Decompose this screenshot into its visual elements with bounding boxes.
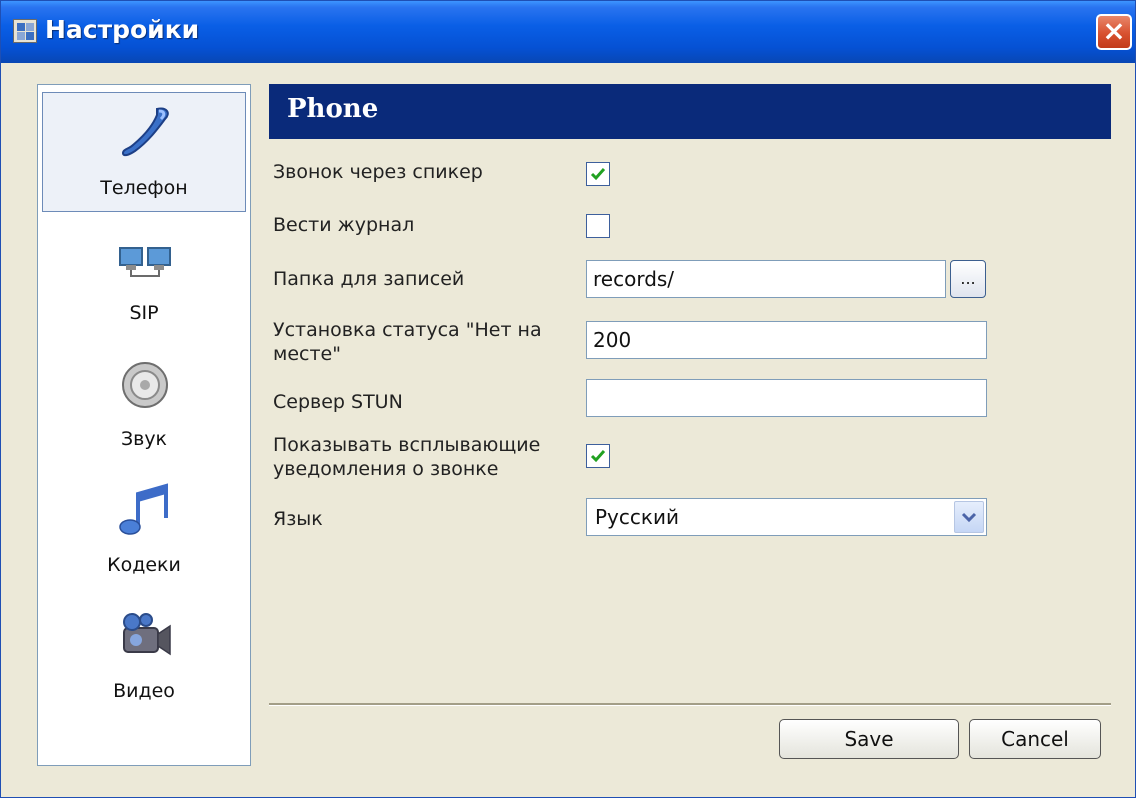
section-title: Phone [287, 94, 379, 124]
show-notifications-label: Показывать всплывающие уведомления о зво… [273, 434, 541, 480]
browse-folder-button[interactable]: ... [950, 260, 986, 298]
category-sidebar: Телефон SIP Звук Кодеки Видео [37, 84, 251, 766]
title-bar[interactable]: Настройки × [1, 1, 1135, 63]
sidebar-item-label: Телефон [100, 177, 188, 199]
close-icon: × [1102, 14, 1126, 47]
away-status-input[interactable] [586, 321, 987, 359]
sidebar-item-phone[interactable]: Телефон [42, 92, 246, 212]
sidebar-item-sound[interactable]: Звук [42, 344, 246, 464]
keep-log-label: Вести журнал [273, 214, 415, 236]
chevron-down-icon [961, 512, 977, 523]
sidebar-item-codecs[interactable]: Кодеки [42, 470, 246, 590]
show-notifications-checkbox[interactable] [586, 444, 610, 468]
footer-divider [269, 703, 1111, 706]
save-button[interactable]: Save [779, 719, 959, 759]
video-camera-icon [123, 613, 171, 656]
language-label: Язык [273, 508, 323, 530]
sidebar-item-label: SIP [129, 302, 159, 324]
language-selected-value: Русский [595, 505, 679, 529]
records-folder-input[interactable] [586, 260, 946, 298]
sidebar-item-label: Звук [120, 428, 168, 450]
away-status-label: Установка статуса "Нет на месте" [273, 319, 542, 365]
sidebar-item-video[interactable]: Видео [42, 596, 246, 716]
records-folder-label: Папка для записей [273, 268, 465, 290]
settings-window: Настройки × Телефон SIP Звук Кодеки Виде… [0, 0, 1136, 798]
speaker-call-label: Звонок через спикер [273, 161, 483, 183]
stun-server-input[interactable] [586, 379, 987, 417]
close-button[interactable]: × [1096, 14, 1132, 50]
speaker-icon [122, 362, 168, 408]
sidebar-item-label: Кодеки [107, 554, 181, 576]
cancel-button[interactable]: Cancel [969, 719, 1101, 759]
language-select[interactable]: Русский [586, 498, 987, 536]
sidebar-item-sip[interactable]: SIP [42, 218, 246, 338]
phone-handset-icon [121, 107, 169, 157]
stun-server-label: Сервер STUN [273, 391, 403, 413]
computers-network-icon [119, 247, 171, 277]
music-note-icon [119, 483, 168, 535]
keep-log-checkbox[interactable] [586, 214, 610, 238]
checkmark-icon [590, 168, 606, 181]
dropdown-arrow-button[interactable] [954, 501, 984, 533]
speaker-call-checkbox[interactable] [586, 162, 610, 186]
settings-app-icon [13, 19, 37, 43]
window-title: Настройки [45, 15, 200, 44]
section-header: Phone [269, 84, 1111, 139]
checkmark-icon [590, 450, 606, 463]
sidebar-item-label: Видео [113, 680, 175, 702]
